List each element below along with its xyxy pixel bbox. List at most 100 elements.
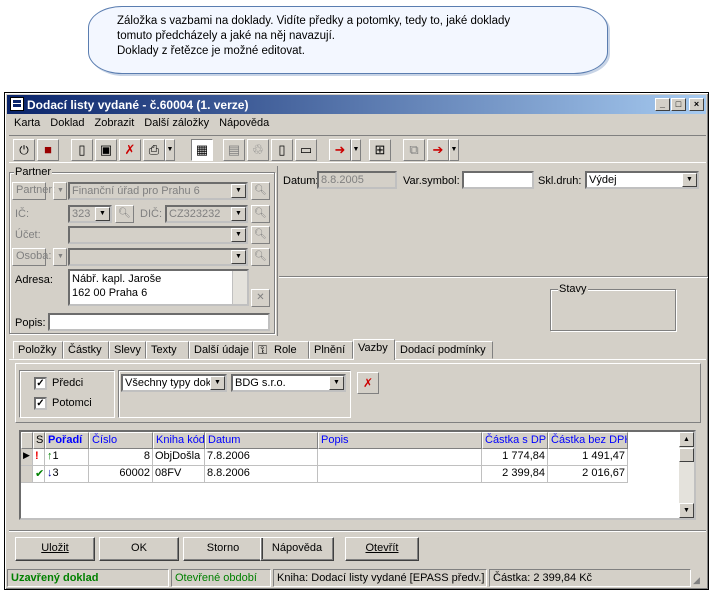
ucet-search-icon[interactable]: 🔍︎ <box>251 226 270 244</box>
resize-grip-icon[interactable]: ◢ <box>693 575 700 586</box>
col-header-castka-dph[interactable]: Částka s DPH <box>482 432 548 449</box>
relations-grid: S Pořadí Číslo Kniha kód Datum Popis Čás… <box>19 430 696 520</box>
datum-field[interactable]: 8.8.2005 <box>317 171 397 189</box>
scroll-down-icon[interactable]: ▼ <box>679 503 694 518</box>
napoveda-button[interactable]: Nápověda <box>260 537 334 561</box>
status-book: Kniha: Dodací listy vydané [EPASS předv.… <box>273 569 487 587</box>
datum-label: Datum: <box>283 175 319 187</box>
calendar-icon[interactable]: ▦ <box>191 139 213 161</box>
save-icon[interactable]: ▣ <box>95 139 117 161</box>
delete-icon[interactable]: ✗ <box>119 139 141 161</box>
type-filter-select[interactable]: Všechny typy dok ▼ <box>121 374 227 392</box>
maximize-button[interactable]: □ <box>671 98 686 111</box>
poradi-cell: ↓3 <box>45 466 89 483</box>
power-icon[interactable]: ⏻ <box>13 139 35 161</box>
new-document-icon[interactable]: ▯ <box>71 139 93 161</box>
menu-doklad[interactable]: Doklad <box>45 115 89 129</box>
tab-role-label: Role <box>274 344 297 356</box>
toolbar: ⏻ ■ ▯ ▣ ✗ ⎙ ▼ ▦ ▤ ♲ ▯ ▭ ➜ ▼ ⊞ ⧉ ➔ ▼ <box>9 135 706 163</box>
scroll-up-icon[interactable]: ▲ <box>679 432 694 447</box>
osoba-search-icon[interactable]: 🔍︎ <box>251 248 270 266</box>
osoba-dropdown-icon[interactable]: ▼ <box>53 248 67 266</box>
export-icon[interactable]: ➜ <box>329 139 351 161</box>
menu-karta[interactable]: Karta <box>9 115 45 129</box>
skldruh-select[interactable]: Výdej ▼ <box>585 171 699 189</box>
dic-label: DIČ: <box>140 208 162 220</box>
otevrit-button[interactable]: Otevřít <box>345 537 419 561</box>
dic-search-icon[interactable]: 🔍︎ <box>251 205 270 223</box>
firm-filter-select[interactable]: BDG s.r.o. ▼ <box>231 374 346 392</box>
ulozit-button[interactable]: Uložit <box>15 537 95 561</box>
scroll-thumb[interactable] <box>679 448 694 462</box>
partner-dropdown-icon[interactable]: ▼ <box>53 182 67 200</box>
tab-plneni[interactable]: Plnění <box>309 341 353 359</box>
potomci-checkbox[interactable]: ✓ <box>34 397 47 410</box>
adresa-line-2: 162 00 Praha 6 <box>72 287 148 299</box>
adresa-field[interactable]: Nábř. kapl. Jaroše 162 00 Praha 6 <box>68 269 249 306</box>
book-icon[interactable]: ■ <box>37 139 59 161</box>
tab-polozky[interactable]: Položky <box>13 341 63 359</box>
trash-icon[interactable]: ♲ <box>247 139 269 161</box>
status-cell: ✔ <box>33 466 45 483</box>
col-header-cislo[interactable]: Číslo <box>89 432 153 449</box>
osoba-field[interactable]: ▼ <box>68 248 248 266</box>
ok-button[interactable]: OK <box>99 537 179 561</box>
copy-icon[interactable]: ⧉ <box>403 139 425 161</box>
adresa-clear-icon[interactable]: ✕ <box>251 289 270 307</box>
print-icon[interactable]: ⎙ <box>143 139 165 161</box>
col-header-castka-bez[interactable]: Částka bez DPH <box>548 432 628 449</box>
ic-field[interactable]: 323 ▼ <box>68 205 112 223</box>
adresa-label: Adresa: <box>15 274 53 286</box>
minimize-button[interactable]: _ <box>655 98 670 111</box>
partner-search-icon[interactable]: 🔍︎ <box>251 182 270 200</box>
popis-field[interactable] <box>48 313 270 331</box>
network-icon[interactable]: ⊞ <box>369 139 391 161</box>
castka-dph-cell: 1 774,84 <box>482 449 548 466</box>
adresa-line-1: Nábř. kapl. Jaroše <box>72 273 162 285</box>
storno-button[interactable]: Storno <box>183 537 263 561</box>
col-header-s[interactable]: S <box>33 432 45 449</box>
tab-vazby[interactable]: Vazby <box>353 339 395 360</box>
dic-field[interactable]: CZ323232 ▼ <box>165 205 248 223</box>
close-button[interactable]: × <box>689 98 704 111</box>
stavy-group <box>550 289 676 331</box>
kniha-cell: ObjDošla <box>153 449 205 466</box>
refresh-icon[interactable]: ✗ <box>357 372 379 394</box>
partner-field[interactable]: Finanční úřad pro Prahu 6 ▼ <box>68 182 248 200</box>
menu-napoveda[interactable]: Nápověda <box>214 115 274 129</box>
tab-role[interactable]: ⚿ Role <box>253 341 309 359</box>
col-header-datum[interactable]: Datum <box>205 432 318 449</box>
col-header-popis[interactable]: Popis <box>318 432 482 449</box>
tab-castky[interactable]: Částky <box>63 341 109 359</box>
ic-label: IČ: <box>15 208 30 220</box>
print-dropdown-icon[interactable]: ▼ <box>165 139 175 161</box>
page-icon[interactable]: ▯ <box>271 139 293 161</box>
ucet-field[interactable]: ▼ <box>68 226 248 244</box>
kniha-cell: 08FV <box>153 466 205 483</box>
adresa-scrollbar[interactable] <box>232 271 247 304</box>
col-header-poradi[interactable]: Pořadí <box>45 432 89 449</box>
import-icon[interactable]: ▤ <box>223 139 245 161</box>
window-icon <box>10 97 24 111</box>
preview-icon[interactable]: ▭ <box>295 139 317 161</box>
ucet-label: Účet: <box>15 229 41 241</box>
osoba-button[interactable]: Osoba: <box>12 248 51 266</box>
tab-dodaci-podminky[interactable]: Dodací podmínky <box>395 341 493 359</box>
tab-slevy[interactable]: Slevy <box>109 341 146 359</box>
forward-icon[interactable]: ➔ <box>427 139 449 161</box>
menu-dalsi-zalozky[interactable]: Další záložky <box>139 115 214 129</box>
castka-bez-cell: 2 016,67 <box>548 466 628 483</box>
datum-cell: 8.8.2006 <box>205 466 318 483</box>
predci-checkbox[interactable]: ✓ <box>34 377 47 390</box>
partner-button[interactable]: Partner: <box>12 182 55 200</box>
menu-zobrazit[interactable]: Zobrazit <box>90 115 140 129</box>
key-icon: ⚿ <box>258 343 268 357</box>
popis-cell <box>318 466 482 483</box>
ic-search-icon[interactable]: 🔍︎ <box>115 205 134 223</box>
varsym-field[interactable] <box>462 171 534 189</box>
tab-texty[interactable]: Texty <box>146 341 189 359</box>
tab-dalsi-udaje[interactable]: Další údaje <box>189 341 253 359</box>
col-header-kniha[interactable]: Kniha kód <box>153 432 205 449</box>
export-dropdown-icon[interactable]: ▼ <box>351 139 361 161</box>
forward-dropdown-icon[interactable]: ▼ <box>449 139 459 161</box>
